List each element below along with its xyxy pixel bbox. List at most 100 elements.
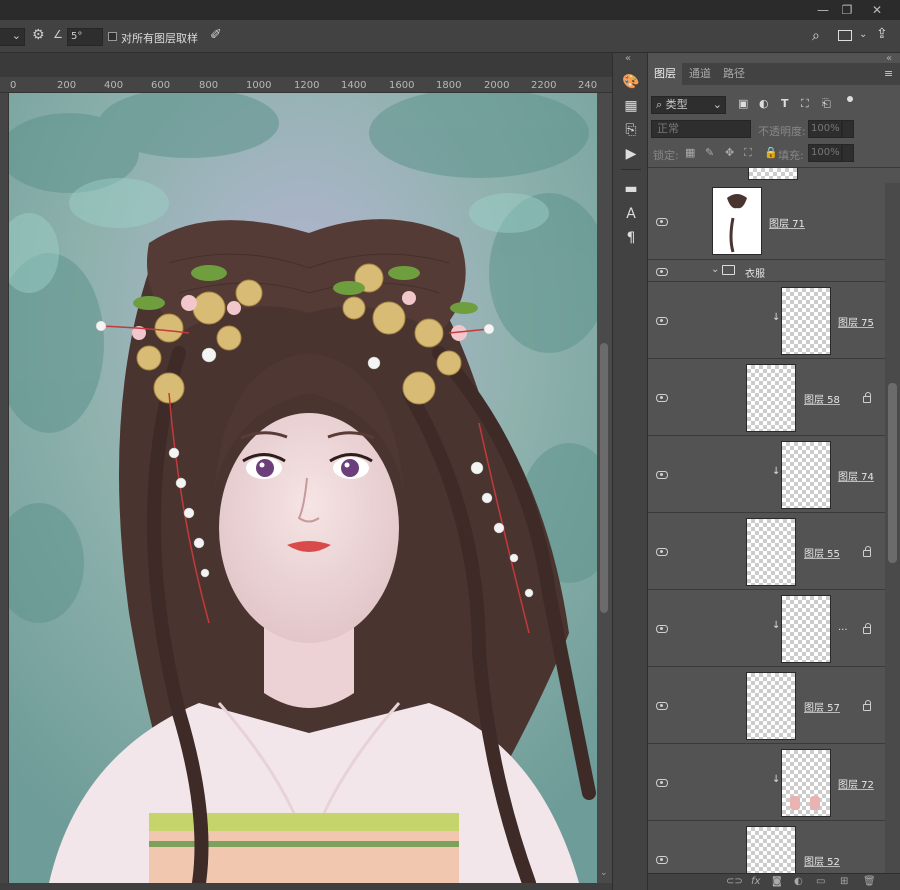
- layer-row[interactable]: 图层 55: [648, 513, 885, 590]
- adjustment-filter-icon[interactable]: ◐: [759, 97, 769, 110]
- tab-paths[interactable]: 路径: [717, 63, 751, 85]
- visibility-eye-icon[interactable]: [656, 218, 668, 226]
- visibility-eye-icon[interactable]: [656, 779, 668, 787]
- document-tab-strip: [0, 53, 612, 77]
- adjustment-layer-icon[interactable]: ◐: [794, 876, 803, 887]
- pressure-brush-icon[interactable]: ✐: [210, 27, 222, 43]
- search-icon[interactable]: ⌕: [812, 28, 820, 44]
- tool-preset-dropdown[interactable]: ⌄: [0, 28, 25, 46]
- layer-name[interactable]: 图层 71: [769, 215, 805, 230]
- visibility-eye-icon[interactable]: [656, 548, 668, 556]
- visibility-eye-icon[interactable]: [656, 856, 668, 864]
- filter-toggle-icon[interactable]: [847, 96, 853, 102]
- lock-move-icon[interactable]: ✥: [725, 146, 734, 159]
- play-actions-icon[interactable]: ▶: [619, 143, 643, 165]
- visibility-eye-icon[interactable]: [656, 625, 668, 633]
- color-palette-icon[interactable]: 🎨: [619, 71, 643, 93]
- layer-name[interactable]: 图层 75: [838, 314, 874, 329]
- filter-kind-dropdown[interactable]: ⌕ 类型 ⌄: [651, 96, 726, 114]
- new-group-icon[interactable]: ▭: [816, 876, 825, 887]
- document-canvas[interactable]: [9, 93, 597, 883]
- gear-icon[interactable]: ⚙: [32, 27, 45, 43]
- opacity-input[interactable]: 100%: [808, 120, 842, 138]
- close-icon[interactable]: ✕: [862, 0, 892, 20]
- fx-icon[interactable]: fx: [751, 876, 760, 887]
- image-filter-icon[interactable]: ▣: [738, 97, 748, 110]
- lock-row: 锁定: ▦ ✎ ✥ ⛶ 🔒 填充: 100%: [648, 142, 900, 166]
- panel-tabs: 图层 通道 路径 ≡: [648, 63, 900, 85]
- layer-row[interactable]: ↓ 图层 74: [648, 436, 885, 513]
- layer-row[interactable]: 图层 52: [648, 821, 885, 873]
- canvas-vertical-scrollbar[interactable]: ⌄: [597, 93, 612, 883]
- lock-brush-icon[interactable]: ✎: [705, 146, 714, 159]
- layer-thumbnail: [781, 595, 831, 663]
- layer-name[interactable]: ...: [838, 622, 848, 633]
- angle-input[interactable]: 5°: [67, 28, 103, 46]
- angle-icon: ∠: [53, 28, 63, 41]
- chevron-down-icon[interactable]: ⌄: [600, 868, 608, 878]
- layer-name[interactable]: 图层 72: [838, 776, 874, 791]
- sample-all-layers-checkbox[interactable]: [108, 32, 117, 41]
- lock-transparent-icon[interactable]: ▦: [685, 146, 695, 159]
- paragraph-icon[interactable]: ¶: [619, 227, 643, 249]
- ruler-tick: 1800: [436, 80, 462, 91]
- scroll-thumb[interactable]: [888, 383, 897, 563]
- fill-input[interactable]: 100%: [808, 144, 842, 162]
- restore-icon[interactable]: ❐: [832, 0, 862, 20]
- shape-filter-icon[interactable]: ⛶: [801, 97, 809, 111]
- visibility-eye-icon[interactable]: [656, 268, 668, 276]
- visibility-eye-icon[interactable]: [656, 471, 668, 479]
- layer-row[interactable]: 图层 71: [648, 182, 885, 260]
- layer-name[interactable]: 图层 74: [838, 468, 874, 483]
- smart-object-filter-icon[interactable]: ⎗: [822, 97, 831, 111]
- folder-icon: [722, 265, 735, 275]
- ruler-tick: 1400: [341, 80, 367, 91]
- visibility-eye-icon[interactable]: [656, 394, 668, 402]
- sample-all-layers-label: 对所有图层取样: [121, 32, 198, 45]
- new-layer-icon[interactable]: ⊞: [840, 876, 848, 887]
- layer-name[interactable]: 图层 52: [804, 853, 840, 868]
- mask-icon[interactable]: ◙: [772, 876, 782, 887]
- history-icon[interactable]: ⎘: [619, 119, 643, 141]
- scroll-thumb[interactable]: [600, 343, 608, 613]
- collapse-icon[interactable]: «: [625, 53, 631, 64]
- lock-artboard-icon[interactable]: ⛶: [744, 146, 752, 160]
- lock-all-icon[interactable]: 🔒: [764, 146, 778, 159]
- layer-row[interactable]: 图层 57: [648, 667, 885, 744]
- opacity-label: 不透明度:: [758, 125, 806, 138]
- chevron-down-icon[interactable]: ⌄: [711, 264, 719, 275]
- link-icon[interactable]: ⊂⊃: [726, 876, 743, 887]
- ruler-tick: 600: [151, 80, 171, 91]
- layer-name[interactable]: 图层 57: [804, 699, 840, 714]
- blend-mode-dropdown[interactable]: 正常: [651, 120, 751, 138]
- swatches-grid-icon[interactable]: ▦: [619, 95, 643, 117]
- layer-group-row[interactable]: ⌄ 衣服: [648, 260, 885, 282]
- share-icon[interactable]: ⇪: [876, 26, 888, 42]
- filter-kind-label: 类型: [665, 98, 688, 111]
- lock-icon: [863, 623, 871, 634]
- layer-row[interactable]: ↓ 图层 75: [648, 282, 885, 359]
- workspace-icon[interactable]: [838, 30, 852, 41]
- layer-name[interactable]: 图层 55: [804, 545, 840, 560]
- canvas-horizontal-scrollbar[interactable]: [0, 883, 612, 890]
- chevron-down-icon[interactable]: ⌄: [859, 29, 867, 40]
- layers-scrollbar[interactable]: [885, 183, 900, 873]
- layer-name[interactable]: 图层 58: [804, 391, 840, 406]
- character-icon[interactable]: A: [619, 203, 643, 225]
- gradient-icon[interactable]: ▬: [619, 178, 643, 200]
- divider: [621, 169, 641, 170]
- type-filter-icon[interactable]: T: [781, 97, 789, 110]
- visibility-eye-icon[interactable]: [656, 702, 668, 710]
- trash-icon[interactable]: 🗑: [863, 876, 876, 887]
- layer-row[interactable]: ↓ ...: [648, 590, 885, 667]
- visibility-eye-icon[interactable]: [656, 317, 668, 325]
- panel-icon-strip: « 🎨 ▦ ⎘ ▶ ▬ A ¶: [612, 53, 648, 890]
- layer-row[interactable]: 图层 58: [648, 359, 885, 436]
- opacity-dropdown[interactable]: [842, 120, 854, 138]
- layer-row[interactable]: ↓ 图层 72: [648, 744, 885, 821]
- tab-layers[interactable]: 图层: [648, 63, 682, 85]
- panel-menu-icon[interactable]: ≡: [884, 67, 893, 80]
- tab-channels[interactable]: 通道: [683, 63, 717, 85]
- group-name[interactable]: 衣服: [745, 265, 765, 280]
- fill-dropdown[interactable]: [842, 144, 854, 162]
